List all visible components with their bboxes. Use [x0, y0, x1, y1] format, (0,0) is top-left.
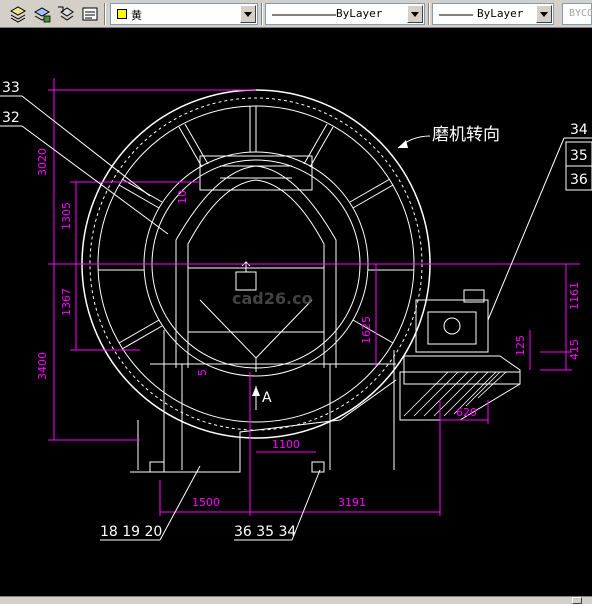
callout-32: 32 — [2, 110, 20, 126]
linetype-sample-icon — [272, 14, 336, 16]
layer-properties-icon[interactable] — [8, 4, 28, 24]
chevron-down-icon[interactable] — [536, 5, 552, 23]
mill-drawing: 磨机转向 3020 1305 1367 3400 1625 1161 125 4… — [0, 78, 592, 541]
dim-620: 620 — [456, 406, 477, 419]
view-a-arrowhead — [252, 386, 260, 396]
layer-match-icon[interactable] — [80, 4, 100, 24]
layer-name: 黄 — [131, 9, 142, 22]
lineweight-value: ByLayer — [477, 7, 524, 20]
dim-1625: 1625 — [360, 316, 373, 344]
leader-lines — [0, 95, 592, 541]
callout-18-19-20: 18 19 20 — [100, 524, 162, 540]
callout-36: 36 — [570, 172, 588, 188]
dim-3191: 3191 — [338, 496, 366, 509]
bearing-pedestal — [403, 289, 521, 385]
callout-35: 35 — [570, 148, 588, 164]
dim-1161: 1161 — [568, 282, 581, 310]
horizontal-scrollbar[interactable] — [0, 596, 592, 604]
view-a-label: A — [262, 390, 272, 406]
callout-33: 33 — [2, 80, 20, 96]
dim-5: 5 — [196, 369, 209, 376]
dim-10: 10 — [176, 190, 189, 204]
chevron-down-icon[interactable] — [407, 5, 423, 23]
color-dropdown[interactable]: BYCO — [562, 3, 592, 25]
toolbar-separator — [428, 3, 430, 25]
dim-125: 125 — [514, 335, 527, 356]
lineweight-sample-icon — [439, 14, 473, 16]
layer-color-swatch — [117, 9, 127, 19]
callout-34: 34 — [570, 122, 588, 138]
dim-3400: 3400 — [36, 352, 49, 380]
drawing-canvas[interactable]: 磨机转向 3020 1305 1367 3400 1625 1161 125 4… — [0, 28, 592, 604]
rotation-label: 磨机转向 — [432, 125, 500, 145]
layer-toolbar: 黄 ByLayer ByLayer BYCO — [0, 0, 592, 28]
dimension-lines — [48, 78, 580, 516]
dim-415: 415 — [568, 339, 581, 360]
mill-spokes — [98, 106, 414, 350]
lineweight-dropdown[interactable]: ByLayer — [432, 3, 554, 25]
toolbar-separator — [261, 3, 263, 25]
linetype-value: ByLayer — [336, 7, 383, 20]
toolbar-separator — [104, 3, 106, 25]
dim-1500: 1500 — [192, 496, 220, 509]
layer-state-icon[interactable] — [32, 4, 52, 24]
dim-1100: 1100 — [272, 438, 300, 451]
watermark: cad26.co — [232, 289, 313, 308]
color-value: BYCO — [569, 8, 592, 19]
scrollbar-thumb[interactable] — [572, 597, 582, 604]
dim-1305: 1305 — [60, 202, 73, 230]
dim-1367: 1367 — [60, 288, 73, 316]
dim-3020: 3020 — [36, 148, 49, 176]
chevron-down-icon[interactable] — [240, 5, 256, 23]
callout-36-35-34: 36 35 34 — [234, 524, 296, 540]
linetype-dropdown[interactable]: ByLayer — [265, 3, 425, 25]
layer-previous-icon[interactable] — [56, 4, 76, 24]
dimension-text: 3020 1305 1367 3400 1625 1161 125 415 62… — [36, 148, 581, 509]
rotation-arrowhead — [398, 140, 408, 148]
layer-dropdown[interactable]: 黄 — [110, 3, 258, 25]
